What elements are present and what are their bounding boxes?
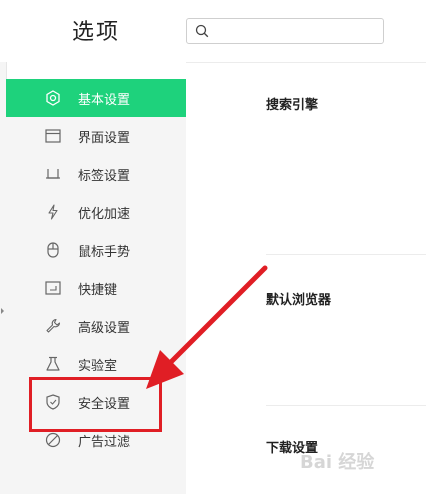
tab-icon xyxy=(46,169,60,179)
section-title-default-browser: 默认浏览器 xyxy=(266,293,332,308)
sidebar-item-label: 基本设置 xyxy=(78,93,131,108)
annotation-highlight-box xyxy=(29,377,162,432)
sidebar-item-label: 高级设置 xyxy=(78,321,131,336)
search-box[interactable] xyxy=(186,18,384,44)
collapse-arrow-icon[interactable] xyxy=(1,308,4,314)
sidebar-item-label: 标签设置 xyxy=(78,169,131,184)
keyboard-icon xyxy=(45,281,61,295)
section-divider xyxy=(266,405,426,406)
sidebar-item-label: 广告过滤 xyxy=(78,435,131,450)
sidebar-item-label: 优化加速 xyxy=(78,207,131,222)
sidebar-item-shortcuts[interactable]: 快捷键 xyxy=(6,269,186,307)
sidebar-item-ui-settings[interactable]: 界面设置 xyxy=(6,117,186,155)
block-icon xyxy=(45,432,61,448)
watermark: Bai 经验 xyxy=(300,452,375,473)
section-title-search-engine: 搜索引擎 xyxy=(266,98,319,113)
sidebar-item-label: 界面设置 xyxy=(78,131,131,146)
settings-icon xyxy=(46,90,60,106)
wrench-icon xyxy=(46,318,61,333)
mouse-icon xyxy=(47,242,59,258)
sidebar-item-optimize[interactable]: 优化加速 xyxy=(6,193,186,231)
sidebar-item-label: 快捷键 xyxy=(78,283,118,298)
header-divider xyxy=(186,62,426,63)
window-icon xyxy=(45,129,61,143)
header: 选项 xyxy=(0,0,426,62)
section-divider xyxy=(266,254,426,255)
sidebar-item-tab-settings[interactable]: 标签设置 xyxy=(6,155,186,193)
sidebar-item-label: 鼠标手势 xyxy=(78,245,131,260)
lightning-icon xyxy=(48,204,58,220)
sidebar-item-basic-settings[interactable]: 基本设置 xyxy=(6,79,186,117)
sidebar-item-label: 实验室 xyxy=(78,359,118,374)
search-input[interactable] xyxy=(215,21,375,41)
sidebar-item-mouse-gesture[interactable]: 鼠标手势 xyxy=(6,231,186,269)
page-title: 选项 xyxy=(72,20,121,45)
flask-icon xyxy=(46,356,60,371)
search-icon xyxy=(195,24,209,38)
sidebar-item-advanced[interactable]: 高级设置 xyxy=(6,307,186,345)
